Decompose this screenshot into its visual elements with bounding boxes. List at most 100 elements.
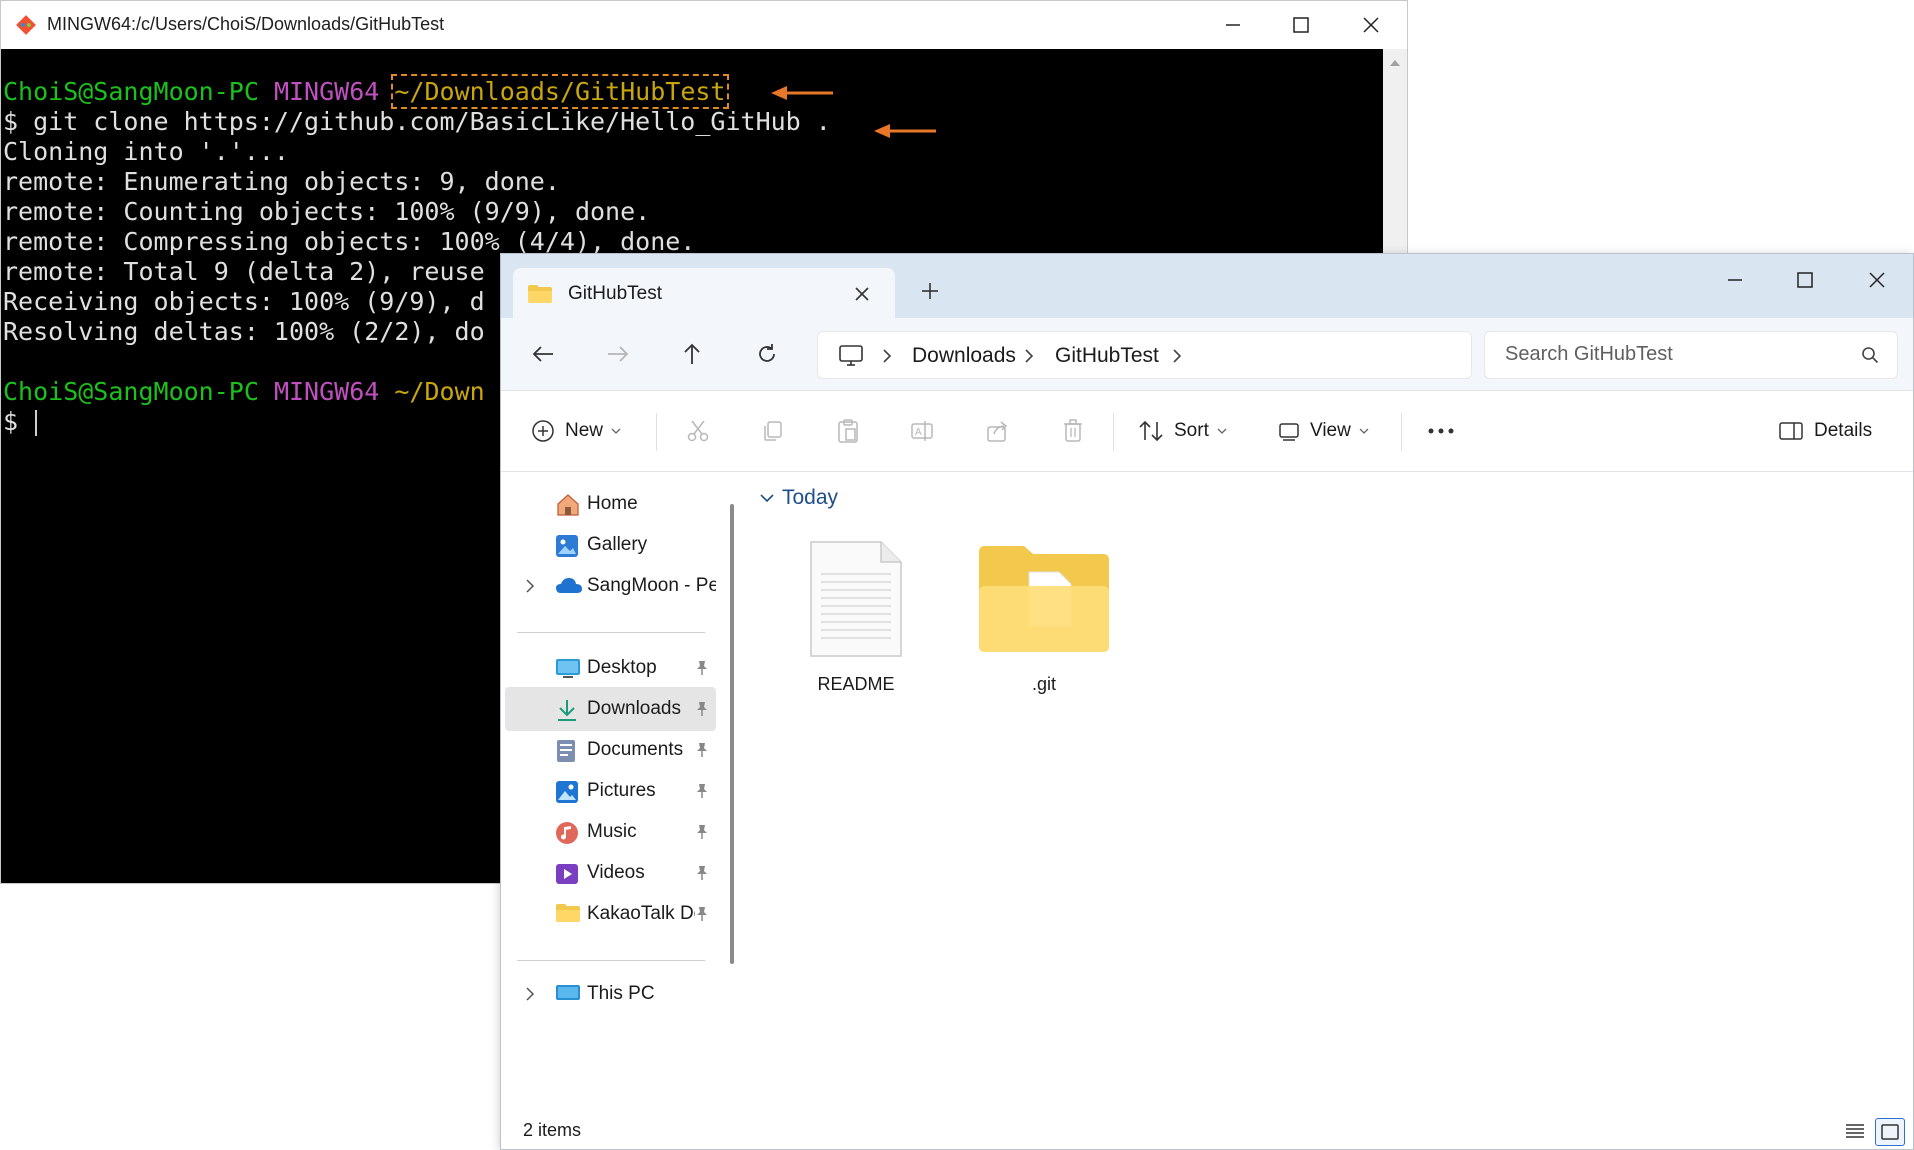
sidebar-item-pictures[interactable]: Pictures bbox=[505, 769, 716, 813]
tab-githubtest[interactable]: GitHubTest bbox=[513, 268, 895, 318]
annotation-arrow-icon bbox=[771, 86, 833, 100]
sidebar-item-desktop[interactable]: Desktop bbox=[505, 646, 716, 690]
sidebar-item-label: This PC bbox=[587, 983, 655, 1004]
terminal-maximize-button[interactable] bbox=[1271, 9, 1331, 41]
new-button[interactable]: New bbox=[531, 411, 621, 451]
pin-icon bbox=[697, 825, 707, 839]
terminal-output-line: Resolving deltas: 100% (2/2), do bbox=[3, 317, 485, 346]
folder-icon bbox=[979, 546, 1109, 652]
sidebar-item-label: Videos bbox=[587, 862, 645, 883]
pictures-icon bbox=[556, 781, 578, 803]
breadcrumb-githubtest[interactable]: GitHubTest bbox=[1055, 344, 1159, 368]
sidebar-item-downloads[interactable]: Downloads bbox=[505, 687, 716, 731]
terminal-minimize-button[interactable] bbox=[1203, 9, 1263, 41]
sidebar-item-gallery[interactable]: Gallery bbox=[505, 523, 716, 567]
explorer-tab-bar[interactable]: GitHubTest bbox=[501, 254, 1913, 318]
forward-button[interactable] bbox=[598, 334, 638, 374]
new-label: New bbox=[565, 420, 604, 441]
cut-button[interactable] bbox=[678, 411, 718, 451]
details-label: Details bbox=[1814, 420, 1873, 441]
up-button[interactable] bbox=[672, 334, 712, 374]
chevron-right-icon[interactable] bbox=[1172, 348, 1182, 364]
chevron-right-icon[interactable] bbox=[525, 578, 535, 594]
terminal-output-line: remote: Enumerating objects: 9, done. bbox=[3, 167, 560, 196]
file-name: README bbox=[817, 674, 895, 694]
copy-button[interactable] bbox=[753, 411, 793, 451]
view-button[interactable]: View bbox=[1278, 411, 1369, 451]
this-pc-icon bbox=[556, 985, 580, 1000]
refresh-icon bbox=[759, 344, 775, 362]
rename-button[interactable]: A bbox=[903, 411, 943, 451]
sidebar-scrollbar[interactable] bbox=[730, 504, 734, 964]
sidebar-item-onedrive[interactable]: SangMoon - Per bbox=[505, 564, 716, 608]
scroll-up-icon bbox=[1390, 60, 1400, 66]
git-bash-icon bbox=[16, 15, 36, 35]
refresh-button[interactable] bbox=[747, 334, 787, 374]
terminal-input-line[interactable]: $ bbox=[3, 407, 38, 437]
chevron-right-icon[interactable] bbox=[525, 986, 535, 1002]
sidebar-item-documents[interactable]: Documents bbox=[505, 728, 716, 772]
pin-icon bbox=[697, 661, 707, 675]
file-item-readme[interactable]: README bbox=[781, 538, 931, 708]
file-name: .git bbox=[1031, 674, 1056, 694]
terminal-close-button[interactable] bbox=[1341, 9, 1401, 41]
minimize-icon bbox=[1728, 279, 1742, 281]
sidebar-item-label: Documents bbox=[587, 739, 684, 760]
explorer-maximize-button[interactable] bbox=[1775, 264, 1835, 296]
annotation-arrow-icon bbox=[874, 124, 936, 138]
pin-icon bbox=[697, 907, 707, 921]
sidebar-item-label: Pictures bbox=[587, 780, 656, 801]
sidebar-item-this-pc[interactable]: This PC bbox=[505, 972, 716, 1016]
folder-icon bbox=[528, 285, 552, 303]
delete-button[interactable] bbox=[1053, 411, 1093, 451]
breadcrumb[interactable]: Downloads GitHubTest bbox=[817, 331, 1472, 379]
back-button[interactable] bbox=[523, 334, 563, 374]
toolbar-divider bbox=[1401, 413, 1402, 451]
new-tab-button[interactable] bbox=[911, 272, 949, 310]
navigation-pane: Home Gallery SangMoon - Per Desktop Down… bbox=[501, 472, 716, 1112]
search-input[interactable] bbox=[1503, 342, 1837, 367]
sidebar-item-videos[interactable]: Videos bbox=[505, 851, 716, 895]
more-options-button[interactable] bbox=[1421, 411, 1461, 451]
sort-icon bbox=[1139, 420, 1163, 442]
prompt-user: ChoiS@SangMoon-PC bbox=[3, 377, 259, 406]
group-header-today[interactable]: Today bbox=[760, 486, 838, 510]
sort-button[interactable]: Sort bbox=[1138, 411, 1227, 451]
file-list[interactable]: Today README .git bbox=[746, 472, 1913, 1112]
terminal-title: MINGW64:/c/Users/ChoiS/Downloads/GitHubT… bbox=[47, 14, 445, 34]
sidebar-item-music[interactable]: Music bbox=[505, 810, 716, 854]
search-box[interactable] bbox=[1484, 331, 1898, 379]
up-arrow-icon bbox=[684, 343, 700, 364]
paste-button[interactable] bbox=[828, 411, 868, 451]
chevron-right-icon bbox=[883, 349, 892, 363]
details-view-toggle[interactable] bbox=[1841, 1118, 1869, 1144]
large-icons-view-toggle[interactable] bbox=[1875, 1118, 1905, 1146]
sidebar-item-kakaotalk[interactable]: KakaoTalk Dc bbox=[505, 892, 716, 936]
terminal-titlebar[interactable]: MINGW64:/c/Users/ChoiS/Downloads/GitHubT… bbox=[1, 1, 1407, 50]
explorer-minimize-button[interactable] bbox=[1705, 264, 1765, 296]
terminal-output-line: remote: Counting objects: 100% (9/9), do… bbox=[3, 197, 651, 226]
close-icon bbox=[855, 287, 869, 301]
details-button[interactable]: Details bbox=[1778, 411, 1872, 451]
command-bar: New A Sort View Details bbox=[501, 391, 1913, 472]
terminal-output-line: remote: Total 9 (delta 2), reuse bbox=[3, 257, 485, 286]
sidebar-item-label: SangMoon - Per bbox=[587, 575, 716, 596]
sidebar-divider bbox=[517, 632, 705, 633]
prompt-shell: MINGW64 bbox=[273, 377, 380, 406]
downloads-icon bbox=[558, 700, 576, 721]
svg-text:A: A bbox=[915, 427, 922, 438]
search-icon bbox=[1862, 347, 1879, 364]
home-icon bbox=[557, 494, 579, 516]
tab-close-button[interactable] bbox=[848, 280, 876, 308]
terminal-output-line: Cloning into '.'... bbox=[3, 137, 289, 166]
breadcrumb-downloads[interactable]: Downloads bbox=[912, 344, 1016, 368]
share-button[interactable] bbox=[978, 411, 1018, 451]
explorer-close-button[interactable] bbox=[1847, 264, 1907, 296]
documents-icon bbox=[557, 740, 575, 762]
terminal-command-line: $ git clone https://github.com/BasicLike… bbox=[3, 107, 831, 136]
paste-icon bbox=[838, 419, 858, 443]
file-item-git[interactable]: .git bbox=[969, 538, 1119, 708]
pin-icon bbox=[697, 866, 707, 880]
sidebar-divider bbox=[517, 960, 705, 961]
sidebar-item-home[interactable]: Home bbox=[505, 482, 716, 526]
